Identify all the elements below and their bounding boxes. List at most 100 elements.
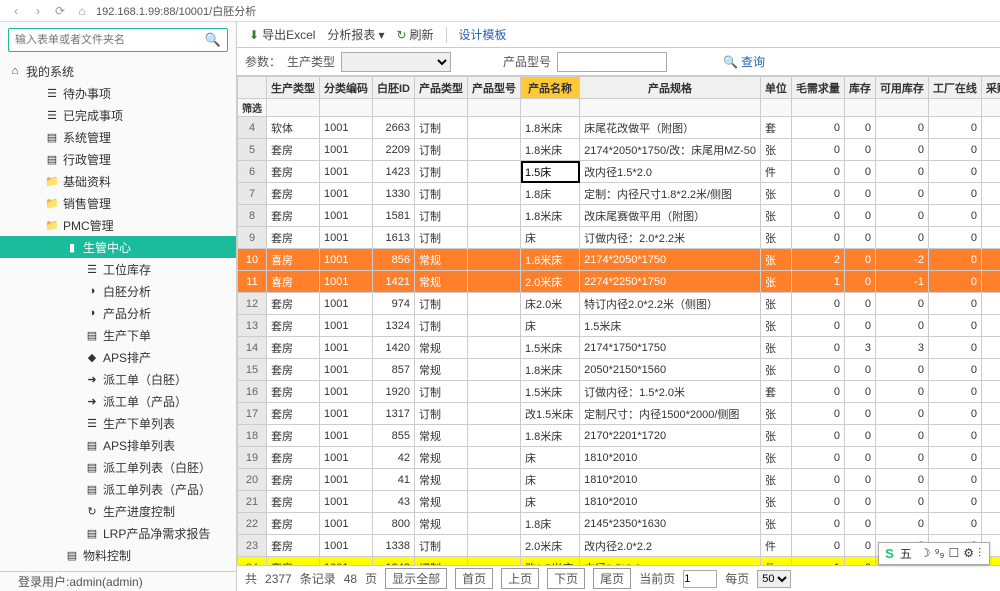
cell[interactable]: 0	[791, 469, 844, 491]
cell[interactable]: 0	[875, 183, 928, 205]
cell[interactable]: 套房	[267, 359, 320, 381]
cell[interactable]: 857	[373, 359, 415, 381]
column-header[interactable]: 可用库存	[875, 77, 928, 99]
cell[interactable]: 套房	[267, 139, 320, 161]
ime-icon[interactable]: ⫶	[978, 546, 981, 560]
cell[interactable]: 1324	[373, 315, 415, 337]
cell[interactable]: 2	[791, 249, 844, 271]
cell[interactable]: 1001	[320, 227, 373, 249]
column-header[interactable]: 产品型号	[468, 77, 521, 99]
cell[interactable]: 1	[791, 557, 844, 566]
column-header[interactable]: 生产类型	[267, 77, 320, 99]
cell[interactable]: 床尾花改做平（附图）	[580, 117, 761, 139]
cell[interactable]: 1001	[320, 447, 373, 469]
cell[interactable]: 2145*2350*1630	[580, 513, 761, 535]
cell[interactable]: 套房	[267, 315, 320, 337]
cell[interactable]	[468, 271, 521, 293]
cell[interactable]: 常规	[415, 469, 468, 491]
cell[interactable]: 床	[521, 315, 580, 337]
cell[interactable]	[468, 293, 521, 315]
cell[interactable]: 0	[844, 117, 875, 139]
cell[interactable]	[981, 381, 1000, 403]
cell[interactable]: 1317	[373, 403, 415, 425]
cell[interactable]: 张	[760, 469, 791, 491]
filter-cell[interactable]	[981, 99, 1000, 117]
cell[interactable]: 套房	[267, 491, 320, 513]
cell[interactable]: 0	[875, 315, 928, 337]
cell[interactable]: 0	[875, 205, 928, 227]
filter-cell[interactable]	[580, 99, 761, 117]
cell[interactable]	[468, 315, 521, 337]
cell[interactable]: 订制	[415, 161, 468, 183]
cell[interactable]: 1001	[320, 315, 373, 337]
cell[interactable]: 软体	[267, 117, 320, 139]
first-page-button[interactable]: 首页	[455, 568, 493, 589]
cell[interactable]: 张	[760, 337, 791, 359]
cell[interactable]: 1.8床	[521, 183, 580, 205]
cell[interactable]: 喜房	[267, 249, 320, 271]
cell[interactable]: 订制	[415, 403, 468, 425]
cell[interactable]: 1810*2010	[580, 469, 761, 491]
cell[interactable]: 张	[760, 315, 791, 337]
cell[interactable]	[981, 205, 1000, 227]
cell[interactable]: 床	[521, 491, 580, 513]
table-row[interactable]: 17套房10011317订制改1.5米床定制尺寸：内径1500*2000/侧图张…	[238, 403, 1000, 425]
cell[interactable]: 1.8米床	[521, 205, 580, 227]
cell[interactable]: -2	[875, 249, 928, 271]
cell[interactable]: 2170*2201*1720	[580, 425, 761, 447]
cell[interactable]: 1001	[320, 271, 373, 293]
cell[interactable]: 张	[760, 227, 791, 249]
cell[interactable]: 0	[844, 139, 875, 161]
cell[interactable]: 0	[791, 403, 844, 425]
design-template-button[interactable]: 设计模板	[455, 24, 511, 45]
ime-toolbar[interactable]: S 五 ☽⁹₉☐⚙⫶	[878, 542, 990, 565]
search-icon[interactable]: 🔍	[205, 32, 221, 48]
cell[interactable]	[981, 403, 1000, 425]
cell[interactable]: 1.8米床	[521, 249, 580, 271]
cell[interactable]: 1001	[320, 491, 373, 513]
next-page-button[interactable]: 下页	[547, 568, 585, 589]
cell[interactable]	[468, 337, 521, 359]
cell[interactable]: 0	[928, 161, 981, 183]
cell[interactable]: 特订内径2.0*2.2米（侧图）	[580, 293, 761, 315]
cell[interactable]: 0	[844, 359, 875, 381]
cell[interactable]: 常规	[415, 359, 468, 381]
cell[interactable]	[468, 535, 521, 557]
cell[interactable]: 2174*2050*1750	[580, 249, 761, 271]
table-row[interactable]: 11喜房10011421常规2.0米床2274*2250*1750张10-104…	[238, 271, 1000, 293]
cell[interactable]: 1.5米床	[521, 381, 580, 403]
cell[interactable]: 常规	[415, 491, 468, 513]
cell[interactable]: 订做内径：2.0*2.2米	[580, 227, 761, 249]
cell[interactable]: 0	[844, 183, 875, 205]
cell[interactable]	[981, 293, 1000, 315]
cell[interactable]: 0	[875, 381, 928, 403]
cell[interactable]: 张	[760, 205, 791, 227]
cell[interactable]: 0	[875, 447, 928, 469]
cell[interactable]: 1001	[320, 205, 373, 227]
cell[interactable]: 4	[981, 337, 1000, 359]
cell[interactable]: 订制	[415, 557, 468, 566]
column-header[interactable]	[238, 77, 267, 99]
cell[interactable]: 0	[928, 359, 981, 381]
table-row[interactable]: 13套房10011324订制床1.5米床张00000	[238, 315, 1000, 337]
table-row[interactable]: 9套房10011613订制床订做内径：2.0*2.2米张00000	[238, 227, 1000, 249]
sidebar-item[interactable]: ▤物料控制	[0, 544, 236, 566]
table-row[interactable]: 6套房10011423订制1.5床改内径1.5*2.0件00000	[238, 161, 1000, 183]
cell[interactable]: 0	[791, 535, 844, 557]
cell[interactable]: 0	[928, 271, 981, 293]
prev-page-button[interactable]: 上页	[501, 568, 539, 589]
table-row[interactable]: 20套房100141常规床1810*2010张00000	[238, 469, 1000, 491]
cell[interactable]: 0	[928, 139, 981, 161]
filter-cell[interactable]	[521, 99, 580, 117]
cell[interactable]: 件	[760, 535, 791, 557]
cell[interactable]: 0	[928, 249, 981, 271]
cell[interactable]	[468, 425, 521, 447]
cell[interactable]: 改床尾赛做平用（附图）	[580, 205, 761, 227]
cell[interactable]	[468, 359, 521, 381]
cell[interactable]: 套房	[267, 513, 320, 535]
sidebar-item[interactable]: 📁PMC管理	[0, 214, 236, 236]
cell[interactable]	[468, 161, 521, 183]
cell[interactable]: 45	[981, 249, 1000, 271]
cell[interactable]: 订制	[415, 381, 468, 403]
cell[interactable]: 床	[521, 469, 580, 491]
